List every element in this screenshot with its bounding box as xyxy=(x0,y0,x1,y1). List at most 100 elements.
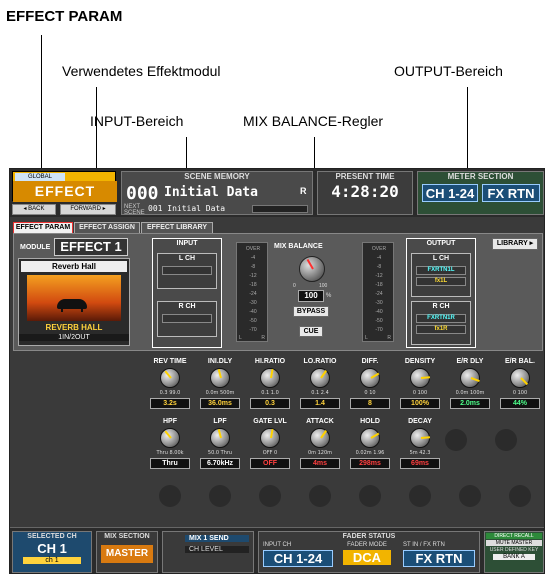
meter-fx-rtn-button[interactable]: FX RTN xyxy=(482,184,540,202)
next-scene-label: NEXT SCENE xyxy=(124,204,145,216)
param-knob[interactable] xyxy=(460,368,480,388)
cue-button[interactable]: CUE xyxy=(299,326,323,337)
mix-send-label[interactable]: MIX 1 SEND xyxy=(185,535,249,542)
empty-knob-slot xyxy=(259,485,281,507)
selected-ch[interactable]: SELECTED CH CH 1 ch 1 xyxy=(12,531,92,573)
fader-status: FADER STATUS INPUT CH CH 1-24 FADER MODE… xyxy=(258,531,480,573)
tab-effect-param[interactable]: EFFECT PARAM xyxy=(13,222,73,233)
param-params_row1-1[interactable]: INI.DLY 0.0m 500m 36.0ms xyxy=(195,357,245,417)
output-l-dest1[interactable]: FXRTN1L xyxy=(416,266,466,275)
mix-section[interactable]: MIX SECTION MASTER xyxy=(96,531,158,573)
bank-button[interactable]: BANK A xyxy=(493,554,535,560)
tab-effect-library[interactable]: EFFECT LIBRARY xyxy=(141,222,213,233)
param-params_row1-3[interactable]: LO.RATIO 0.1 2.4 1.4 xyxy=(295,357,345,417)
input-header: INPUT xyxy=(176,240,198,247)
param-knob[interactable] xyxy=(410,368,431,388)
tab-effect-assign[interactable]: EFFECT ASSIGN xyxy=(74,222,140,233)
scene-memory[interactable]: SCENE MEMORY 000 Initial Data R NEXT SCE… xyxy=(121,171,313,216)
param-knob[interactable] xyxy=(260,368,280,388)
param-params_row2-1[interactable]: LPF 50.0 Thru 6.70kHz xyxy=(195,417,245,477)
mix-balance-knob[interactable] xyxy=(299,256,325,282)
param-range: 0 10 xyxy=(364,390,376,396)
output-r-ch[interactable]: R CH FXRTN1R fx1R xyxy=(411,301,471,345)
param-range: 0 100 xyxy=(412,390,428,396)
input-ch-label: INPUT CH xyxy=(263,542,292,548)
parameter-area: REV TIME 0.3 99.0 3.2s INI.DLY 0.0m 500m 36.0… xyxy=(13,353,543,525)
input-meter-scale: OVER -4 -8 -12 -18 -24 -30 -40 -50 -70 xyxy=(245,246,261,333)
output-r-dest2[interactable]: fx1R xyxy=(416,325,466,334)
forward-label: FORWARD xyxy=(70,206,101,212)
param-knob[interactable] xyxy=(260,428,280,448)
back-button[interactable]: ◂ BACK xyxy=(12,204,56,215)
output-r-dest1[interactable]: FXRTN1R xyxy=(416,314,466,323)
param-value: 36.0ms xyxy=(200,398,240,409)
forward-button[interactable]: FORWARD ▸ xyxy=(60,204,116,215)
param-label: HOLD xyxy=(360,418,380,425)
input-section: INPUT L CH R CH xyxy=(152,238,222,348)
module-select[interactable]: EFFECT 1 xyxy=(54,238,128,256)
param-params_row1-2[interactable]: HI.RATIO 0.1 1.0 0.3 xyxy=(245,357,295,417)
present-time: PRESENT TIME 4:28:20 xyxy=(317,171,413,215)
mute-master-button[interactable]: MUTE MASTER xyxy=(486,540,542,546)
output-l-dest2[interactable]: fx1L xyxy=(416,277,466,286)
empty-knob-slot xyxy=(509,485,531,507)
param-knob[interactable] xyxy=(210,428,230,448)
param-knob[interactable] xyxy=(160,428,180,448)
param-params_row1-6[interactable]: E/R DLY 0.0m 100m 2.0ms xyxy=(445,357,495,417)
callout-input-area: INPUT-Bereich xyxy=(90,113,184,129)
param-params_row2-5[interactable]: DECAY 5m 42.3 69ms xyxy=(395,417,445,477)
param-params_row1-4[interactable]: DIFF. 0 10 8 xyxy=(345,357,395,417)
param-knob[interactable] xyxy=(160,368,180,388)
callout-module-used: Verwendetes Effektmodul xyxy=(62,63,221,79)
fx-rtn-button[interactable]: FX RTN xyxy=(403,550,475,567)
fader-mode-value[interactable]: DCA xyxy=(343,550,391,565)
fader-status-header: FADER STATUS xyxy=(342,533,396,540)
param-params_row2-2[interactable]: GATE LVL OFF 0 OFF xyxy=(245,417,295,477)
output-meter-scale: OVER -4 -8 -12 -18 -24 -30 -40 -50 -70 xyxy=(371,246,387,333)
output-meter-l: L xyxy=(365,335,368,341)
param-params_row1-5[interactable]: DENSITY 0 100 100% xyxy=(395,357,445,417)
param-params_row2-3[interactable]: ATTACK 0m 120m 4ms xyxy=(295,417,345,477)
param-knob[interactable] xyxy=(360,368,380,388)
bottom-bar: SELECTED CH CH 1 ch 1 MIX SECTION MASTER… xyxy=(10,527,544,573)
param-label: DECAY xyxy=(408,418,432,425)
input-r-slot[interactable] xyxy=(162,314,212,323)
param-knob[interactable] xyxy=(310,368,330,388)
input-meter: OVER -4 -8 -12 -18 -24 -30 -40 -50 -70 L R xyxy=(236,242,268,342)
param-params_row2-0[interactable]: HPF Thru 8.00k Thru xyxy=(145,417,195,477)
param-knob[interactable] xyxy=(410,428,431,448)
param-label: LPF xyxy=(213,418,227,425)
mix-balance-value: 100 xyxy=(298,290,324,302)
user-keys[interactable]: DIRECT RECALL MUTE MASTER USER DEFINED K… xyxy=(484,531,544,573)
mix-balance-unit: % xyxy=(326,293,332,299)
send-level-area[interactable]: MIX 1 SEND CH LEVEL xyxy=(162,531,254,573)
bypass-button[interactable]: BYPASS xyxy=(293,306,329,317)
meter-ch-button[interactable]: CH 1-24 xyxy=(422,184,478,202)
param-params_row1-0[interactable]: REV TIME 0.3 99.0 3.2s xyxy=(145,357,195,417)
input-meter-r: R xyxy=(261,335,265,341)
param-knob[interactable] xyxy=(510,368,530,388)
param-label: DENSITY xyxy=(404,358,436,365)
input-l-slot[interactable] xyxy=(162,266,212,275)
mix-balance-min: 0 xyxy=(293,283,296,289)
input-r-ch[interactable]: R CH xyxy=(157,301,217,337)
param-range: 0.1 2.4 xyxy=(311,390,329,396)
output-header: OUTPUT xyxy=(426,240,456,247)
output-l-ch[interactable]: L CH FXRTN1L fx1L xyxy=(411,253,471,297)
ch-level-label[interactable]: CH LEVEL xyxy=(185,546,249,553)
effect-panel: MODULE EFFECT 1 Reverb Hall REVERB HALL … xyxy=(13,233,543,351)
function-access-area[interactable]: GLOBAL xyxy=(15,173,65,181)
param-knob[interactable] xyxy=(310,428,330,448)
param-label: HI.RATIO xyxy=(254,358,286,365)
console-screen: GLOBAL EFFECT ◂ BACK FORWARD ▸ SCENE MEM… xyxy=(9,168,545,574)
input-ch-button[interactable]: CH 1-24 xyxy=(263,550,333,567)
library-button[interactable]: LIBRARY ▸ xyxy=(492,238,538,250)
input-l-ch[interactable]: L CH xyxy=(157,253,217,289)
param-knob[interactable] xyxy=(360,428,380,448)
empty-knob-slot xyxy=(359,485,381,507)
param-params_row2-4[interactable]: HOLD 0.02m 1.96 298ms xyxy=(345,417,395,477)
param-knob[interactable] xyxy=(210,368,230,388)
direct-recall-button[interactable]: DIRECT RECALL xyxy=(486,533,542,539)
effect-name: REVERB HALL xyxy=(45,323,103,332)
param-params_row1-7[interactable]: E/R BAL. 0 100 44% xyxy=(495,357,544,417)
